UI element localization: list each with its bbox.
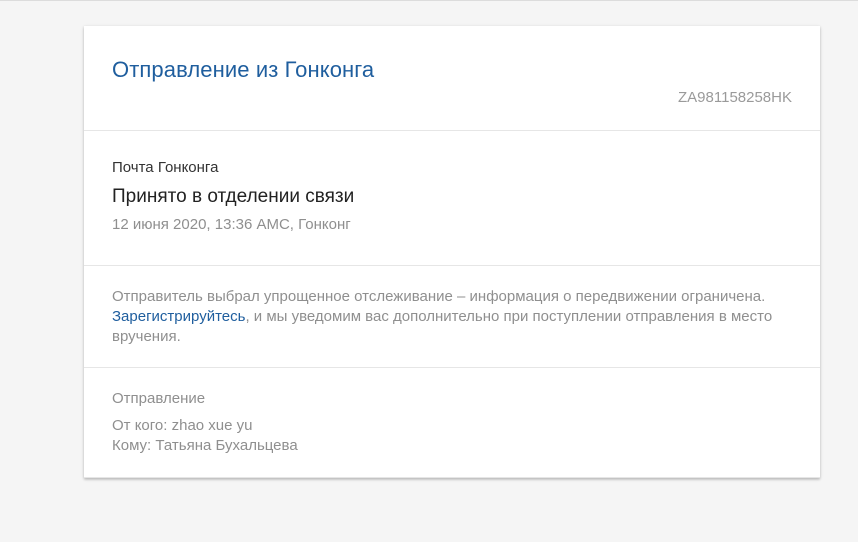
parties-heading: Отправление [112, 390, 206, 407]
top-divider [0, 0, 858, 1]
recipient-line: Кому: Татьяна Бухальцева [112, 437, 298, 454]
recipient-label: Кому: [112, 437, 156, 454]
sender-label: От кого: [112, 417, 172, 434]
tracking-notice: Отправитель выбрал упрощенное отслеживан… [112, 287, 792, 347]
sender-name: zhao xue yu [171, 417, 253, 434]
register-link[interactable]: Зарегистрируйтесь [112, 308, 245, 325]
recipient-name: Татьяна Бухальцева [155, 437, 298, 454]
postal-operator: Почта Гонконга [112, 159, 219, 176]
sender-line: От кого: zhao xue yu [112, 417, 253, 434]
notice-text-before: Отправитель выбрал упрощенное отслеживан… [112, 288, 766, 305]
shipment-card: Отправление из Гонконга ZA981158258HK По… [84, 26, 820, 478]
status-datetime: 12 июня 2020, 13:36 AMC, Гонконг [112, 216, 351, 233]
shipment-title: Отправление из Гонконга [112, 57, 375, 82]
status-title: Принято в отделении связи [112, 186, 355, 207]
tracking-number: ZA981158258HK [678, 89, 792, 106]
